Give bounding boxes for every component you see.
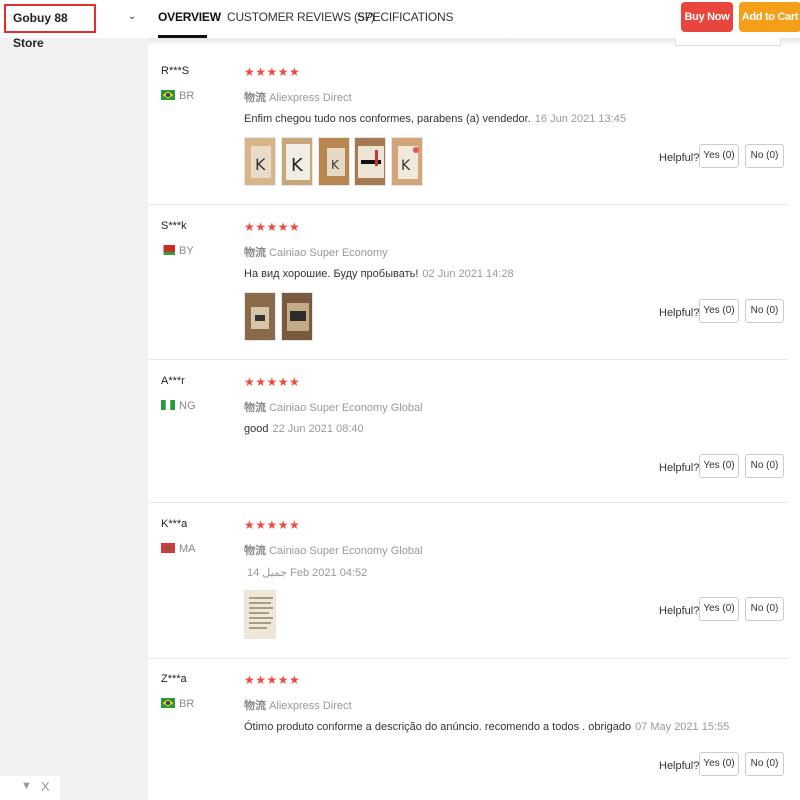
tab-customer-reviews[interactable]: CUSTOMER REVIEWS (57) [227,10,375,24]
review-date: 16 Jun 2021 13:45 [534,113,626,125]
shipping-method: 物流 Aliexpress Direct [244,92,352,104]
review-photo[interactable] [354,137,386,186]
reviewer-country: MA [161,543,196,555]
review-photo[interactable]: K [244,137,276,186]
divider [148,502,788,503]
divider [148,359,788,360]
review-photo[interactable]: K [391,137,423,186]
helpful-label: Helpful? [659,307,700,319]
close-icon[interactable]: X [41,779,50,794]
shipping-method: 物流 Cainiao Super Economy Global [244,402,423,414]
floating-controls: ▼ X [0,776,60,800]
rating-stars: ★★★★★ [244,375,301,389]
review-photo[interactable] [281,292,313,341]
review-text: Ótimo produto conforme a descrição do an… [244,721,730,733]
reviewer-country: NG [161,400,196,412]
review-photo[interactable] [244,590,276,639]
review-photo[interactable] [244,292,276,341]
helpful-no-button[interactable]: No (0) [745,752,784,776]
review-text: На вид хорошие. Буду пробывать! 02 Jun 20… [244,268,514,280]
helpful-no-button[interactable]: No (0) [745,299,784,323]
sort-dropdown[interactable] [675,38,781,46]
collapse-triangle-icon[interactable]: ▼ [21,780,32,792]
helpful-no-button[interactable]: No (0) [745,454,784,478]
brazil-flag-icon [161,698,175,708]
chevron-down-icon[interactable]: ⌄ [128,11,136,22]
reviewer-country: BR [161,698,194,710]
svg-text:K: K [401,158,411,174]
reviewer-name: S***k [161,220,187,232]
reviewer-name: Z***a [161,673,187,685]
review-date: 02 Jun 2021 14:28 [422,268,514,280]
helpful-label: Helpful? [659,152,700,164]
tab-specifications[interactable]: SPECIFICATIONS [357,10,454,24]
brazil-flag-icon [161,90,175,100]
review-date: 22 Jun 2021 08:40 [272,423,364,435]
helpful-label: Helpful? [659,605,700,617]
rating-stars: ★★★★★ [244,518,301,532]
nigeria-flag-icon [161,400,175,410]
helpful-yes-button[interactable]: Yes (0) [699,752,739,776]
store-header: Gobuy 88 Store ⌄ [0,0,148,50]
helpful-yes-button[interactable]: Yes (0) [699,454,739,478]
store-name-button[interactable]: Gobuy 88 Store [4,4,96,50]
review-text: Enfim chegou tudo nos conformes, paraben… [244,113,626,125]
shipping-method: 物流 Cainiao Super Economy Global [244,545,423,557]
review-photo[interactable]: K [281,137,313,186]
reviewer-name: A***r [161,375,185,387]
rating-stars: ★★★★★ [244,220,301,234]
review-text: 14 جميل Feb 2021 04:52 [247,566,367,579]
review-date: 14 جميل Feb 2021 04:52 [247,567,368,579]
reviewer-country: BR [161,90,194,102]
divider [148,658,788,659]
helpful-yes-button[interactable]: Yes (0) [699,144,739,168]
rating-stars: ★★★★★ [244,65,301,79]
divider [148,204,788,205]
helpful-label: Helpful? [659,462,700,474]
belarus-flag-icon [161,245,175,255]
helpful-no-button[interactable]: No (0) [745,597,784,621]
review-date: 07 May 2021 15:55 [635,721,730,733]
reviewer-name: K***a [161,518,188,530]
morocco-flag-icon [161,543,175,553]
review-text: good 22 Jun 2021 08:40 [244,423,364,435]
helpful-yes-button[interactable]: Yes (0) [699,597,739,621]
helpful-yes-button[interactable]: Yes (0) [699,299,739,323]
helpful-label: Helpful? [659,760,700,772]
shipping-method: 物流 Cainiao Super Economy [244,247,388,259]
review-photo[interactable]: K [318,137,350,186]
add-to-cart-button[interactable]: Add to Cart [739,2,800,32]
shipping-method: 物流 Aliexpress Direct [244,700,352,712]
rating-stars: ★★★★★ [244,673,301,687]
svg-text:K: K [291,155,304,176]
svg-text:K: K [331,158,340,172]
svg-text:K: K [255,155,266,174]
reviewer-country: BY [161,245,194,257]
buy-now-button[interactable]: Buy Now [681,2,733,32]
tab-overview[interactable]: OVERVIEW [158,10,221,24]
reviewer-name: R***S [161,65,190,77]
helpful-no-button[interactable]: No (0) [745,144,784,168]
left-panel [0,0,148,800]
